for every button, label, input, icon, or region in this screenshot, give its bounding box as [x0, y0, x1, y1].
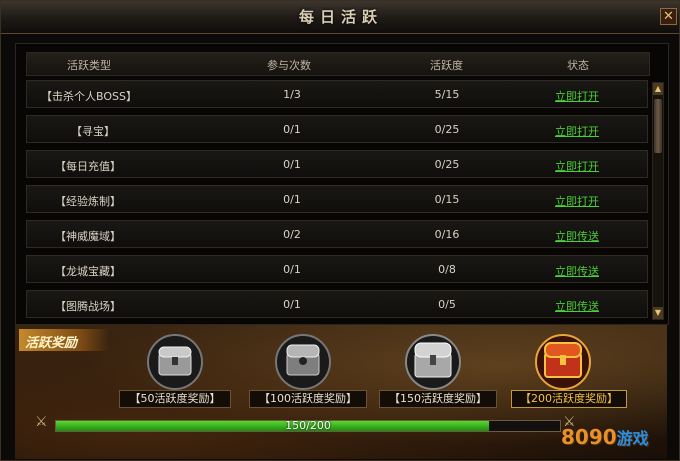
scroll-up-arrow-icon[interactable]: ▲: [653, 83, 663, 95]
table-row: 【经验炼制】 0/1 0/15 立即打开: [26, 185, 648, 213]
gold-chest-icon[interactable]: [533, 333, 593, 391]
row-count: 0/1: [283, 263, 301, 276]
activity-table-panel: 活跃类型 参与次数 活跃度 状态 【击杀个人BOSS】 1/3 5/15 立即打…: [15, 43, 669, 325]
steel-chest-icon[interactable]: [403, 333, 463, 391]
row-activity-value: 0/25: [434, 123, 460, 136]
reward-label-200: 【200活跃度奖励】: [511, 390, 627, 408]
table-row: 【神威魔域】 0/2 0/16 立即传送: [26, 220, 648, 248]
row-activity-name: 【龙城宝藏】: [55, 265, 121, 278]
scroll-thumb[interactable]: [654, 99, 662, 153]
header-type: 活跃类型: [67, 59, 111, 72]
row-count: 0/1: [283, 123, 301, 136]
scroll-down-arrow-icon[interactable]: ▼: [653, 307, 663, 319]
iron-chest-icon[interactable]: [273, 333, 333, 391]
sword-left-icon: ⚔: [35, 414, 48, 430]
window-title: 每日活跃: [298, 8, 383, 26]
table-scrollbar[interactable]: ▲ ▼: [652, 82, 664, 320]
progress-text: 150/200: [285, 419, 331, 432]
row-count: 0/1: [283, 158, 301, 171]
row-activity-value: 0/15: [434, 193, 460, 206]
table-header: 活跃类型 参与次数 活跃度 状态: [26, 52, 650, 76]
row-action-link[interactable]: 立即传送: [547, 263, 607, 279]
row-activity-name: 【寻宝】: [71, 125, 115, 138]
row-activity-value: 0/8: [438, 263, 456, 276]
row-activity-name: 【经验炼制】: [55, 195, 121, 208]
row-action-link[interactable]: 立即打开: [547, 123, 607, 139]
reward-label-100: 【100活跃度奖励】: [249, 390, 367, 408]
row-activity-name: 【图腾战场】: [55, 300, 121, 313]
site-watermark: 8090游戏: [561, 425, 649, 449]
row-action-link[interactable]: 立即打开: [547, 88, 607, 104]
row-activity-name: 【击杀个人BOSS】: [41, 90, 137, 103]
row-activity-value: 0/25: [434, 158, 460, 171]
title-bar: 每日活跃 ✕: [1, 1, 679, 34]
reward-title: 活跃奖励: [19, 329, 109, 351]
silver-chest-icon[interactable]: [145, 333, 205, 391]
row-action-link[interactable]: 立即传送: [547, 298, 607, 314]
header-count: 参与次数: [267, 59, 311, 72]
header-state: 状态: [567, 59, 589, 72]
activity-progress-bar: 150/200: [55, 419, 561, 432]
row-activity-value: 0/16: [434, 228, 460, 241]
row-action-link[interactable]: 立即打开: [547, 158, 607, 174]
row-activity-name: 【神威魔域】: [55, 230, 121, 243]
row-count: 0/1: [283, 298, 301, 311]
reward-label-150: 【150活跃度奖励】: [379, 390, 497, 408]
row-count: 0/1: [283, 193, 301, 206]
reward-panel: 活跃奖励 【50活跃度奖励】 【100活跃度奖励】 【150活跃度奖励】 【20…: [15, 325, 667, 459]
table-row: 【每日充值】 0/1 0/25 立即打开: [26, 150, 648, 178]
table-row: 【图腾战场】 0/1 0/5 立即传送: [26, 290, 648, 318]
row-activity-value: 0/5: [438, 298, 456, 311]
row-count: 0/2: [283, 228, 301, 241]
row-action-link[interactable]: 立即打开: [547, 193, 607, 209]
table-row: 【寻宝】 0/1 0/25 立即打开: [26, 115, 648, 143]
row-action-link[interactable]: 立即传送: [547, 228, 607, 244]
close-button[interactable]: ✕: [660, 8, 677, 25]
row-activity-name: 【每日充值】: [55, 160, 121, 173]
row-count: 1/3: [283, 88, 301, 101]
daily-activity-window: 每日活跃 ✕ 活跃类型 参与次数 活跃度 状态 【击杀个人BOSS】 1/3 5…: [0, 0, 680, 461]
reward-label-50: 【50活跃度奖励】: [119, 390, 231, 408]
table-row: 【龙城宝藏】 0/1 0/8 立即传送: [26, 255, 648, 283]
table-row: 【击杀个人BOSS】 1/3 5/15 立即打开: [26, 80, 648, 108]
row-activity-value: 5/15: [434, 88, 460, 101]
header-activity: 活跃度: [430, 59, 463, 72]
